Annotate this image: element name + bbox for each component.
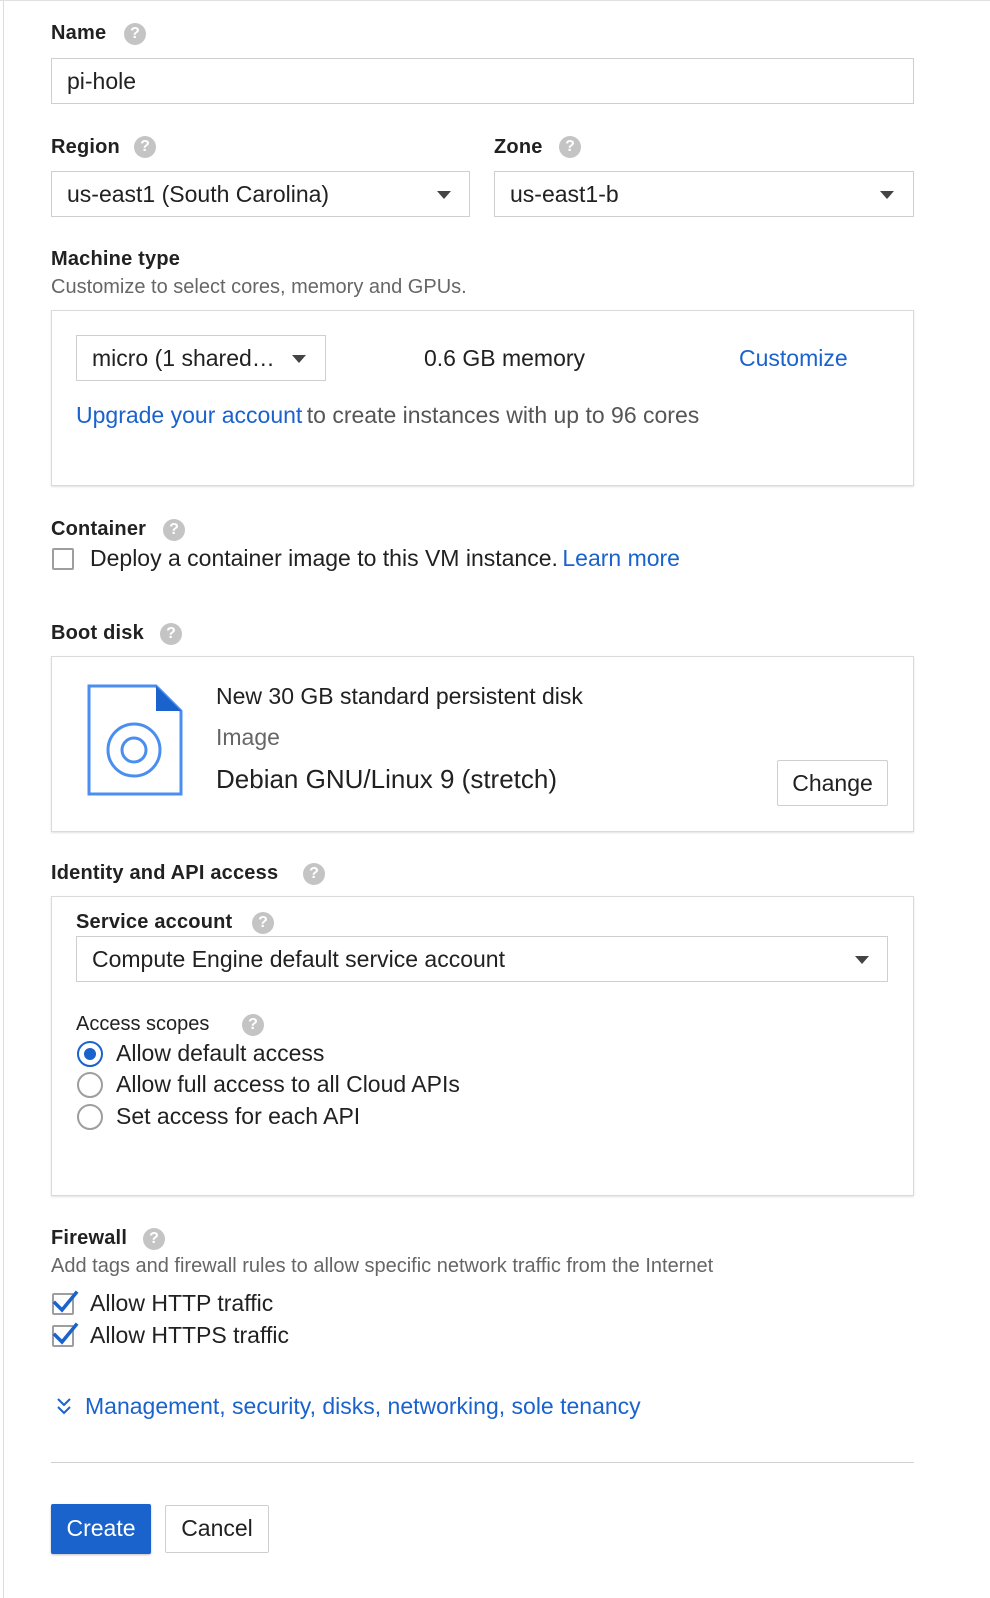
cancel-button[interactable]: Cancel [165, 1505, 269, 1553]
boot-disk-help-icon[interactable]: ? [160, 623, 182, 645]
zone-help-icon[interactable]: ? [559, 136, 581, 158]
zone-select[interactable]: us-east1-b [494, 171, 914, 217]
caret-down-icon [437, 191, 451, 199]
caret-down-icon [880, 191, 894, 199]
scope-label-full: Allow full access to all Cloud APIs [116, 1071, 460, 1097]
scope-radio-default[interactable] [77, 1041, 103, 1067]
boot-disk-image-name: Debian GNU/Linux 9 (stretch) [216, 764, 558, 794]
region-select[interactable]: us-east1 (South Carolina) [51, 171, 470, 217]
firewall-help-icon[interactable]: ? [143, 1228, 165, 1250]
name-input[interactable]: pi-hole [51, 58, 914, 104]
zone-select-value: us-east1-b [510, 181, 619, 207]
container-help-icon[interactable]: ? [163, 519, 185, 541]
page-top-edge [0, 0, 990, 1]
name-label: Name [51, 22, 107, 44]
name-help-icon[interactable]: ? [124, 23, 146, 45]
machine-memory: 0.6 GB memory [424, 345, 586, 371]
learn-more-link[interactable]: Learn more [562, 545, 680, 571]
customize-link[interactable]: Customize [739, 345, 848, 372]
change-button[interactable]: Change [777, 760, 888, 806]
upgrade-account-link[interactable]: Upgrade your account [76, 402, 302, 428]
check-icon [52, 1322, 79, 1345]
create-button[interactable]: Create [51, 1504, 151, 1554]
scope-label-each: Set access for each API [116, 1103, 361, 1129]
scope-radio-each[interactable] [77, 1104, 103, 1130]
service-account-select-value: Compute Engine default service account [92, 946, 505, 972]
scope-label-default: Allow default access [116, 1040, 325, 1066]
disk-image-icon [87, 684, 183, 796]
scope-radio-full[interactable] [77, 1072, 103, 1098]
divider [51, 1462, 914, 1463]
service-account-label: Service account [76, 911, 233, 933]
service-account-select[interactable]: Compute Engine default service account [76, 936, 888, 982]
identity-label: Identity and API access [51, 862, 279, 884]
container-text: Deploy a container image to this VM inst… [90, 545, 558, 571]
container-label: Container [51, 518, 147, 540]
page-left-edge [0, 0, 4, 1598]
boot-disk-label: Boot disk [51, 622, 144, 644]
http-label: Allow HTTP traffic [90, 1290, 274, 1316]
advanced-options-link[interactable]: Management, security, disks, networking,… [85, 1393, 641, 1420]
upgrade-line: Upgrade your account to create instances… [76, 402, 699, 429]
firewall-subtitle: Add tags and firewall rules to allow spe… [51, 1255, 714, 1277]
container-line: Deploy a container image to this VM inst… [90, 545, 680, 572]
machine-type-label: Machine type [51, 248, 181, 270]
firewall-label: Firewall [51, 1227, 128, 1249]
caret-down-icon [292, 355, 306, 363]
region-select-value: us-east1 (South Carolina) [67, 181, 330, 207]
caret-down-icon [855, 956, 869, 964]
check-icon [52, 1290, 79, 1313]
zone-label: Zone [494, 136, 543, 158]
machine-type-subtitle: Customize to select cores, memory and GP… [51, 276, 467, 298]
boot-disk-title: New 30 GB standard persistent disk [216, 683, 583, 709]
access-scopes-label: Access scopes [76, 1013, 210, 1035]
machine-type-select-value: micro (1 shared… [92, 345, 275, 371]
boot-disk-image-label: Image [216, 724, 280, 750]
region-help-icon[interactable]: ? [134, 136, 156, 158]
double-chevron-down-icon[interactable] [55, 1396, 73, 1418]
service-account-help-icon[interactable]: ? [252, 912, 274, 934]
machine-type-select[interactable]: micro (1 shared… [76, 335, 326, 381]
identity-help-icon[interactable]: ? [303, 863, 325, 885]
https-label: Allow HTTPS traffic [90, 1322, 289, 1348]
container-checkbox[interactable] [52, 548, 74, 570]
access-scopes-help-icon[interactable]: ? [242, 1014, 264, 1036]
upgrade-text: to create instances with up to 96 cores [306, 402, 700, 428]
region-label: Region [51, 136, 120, 158]
